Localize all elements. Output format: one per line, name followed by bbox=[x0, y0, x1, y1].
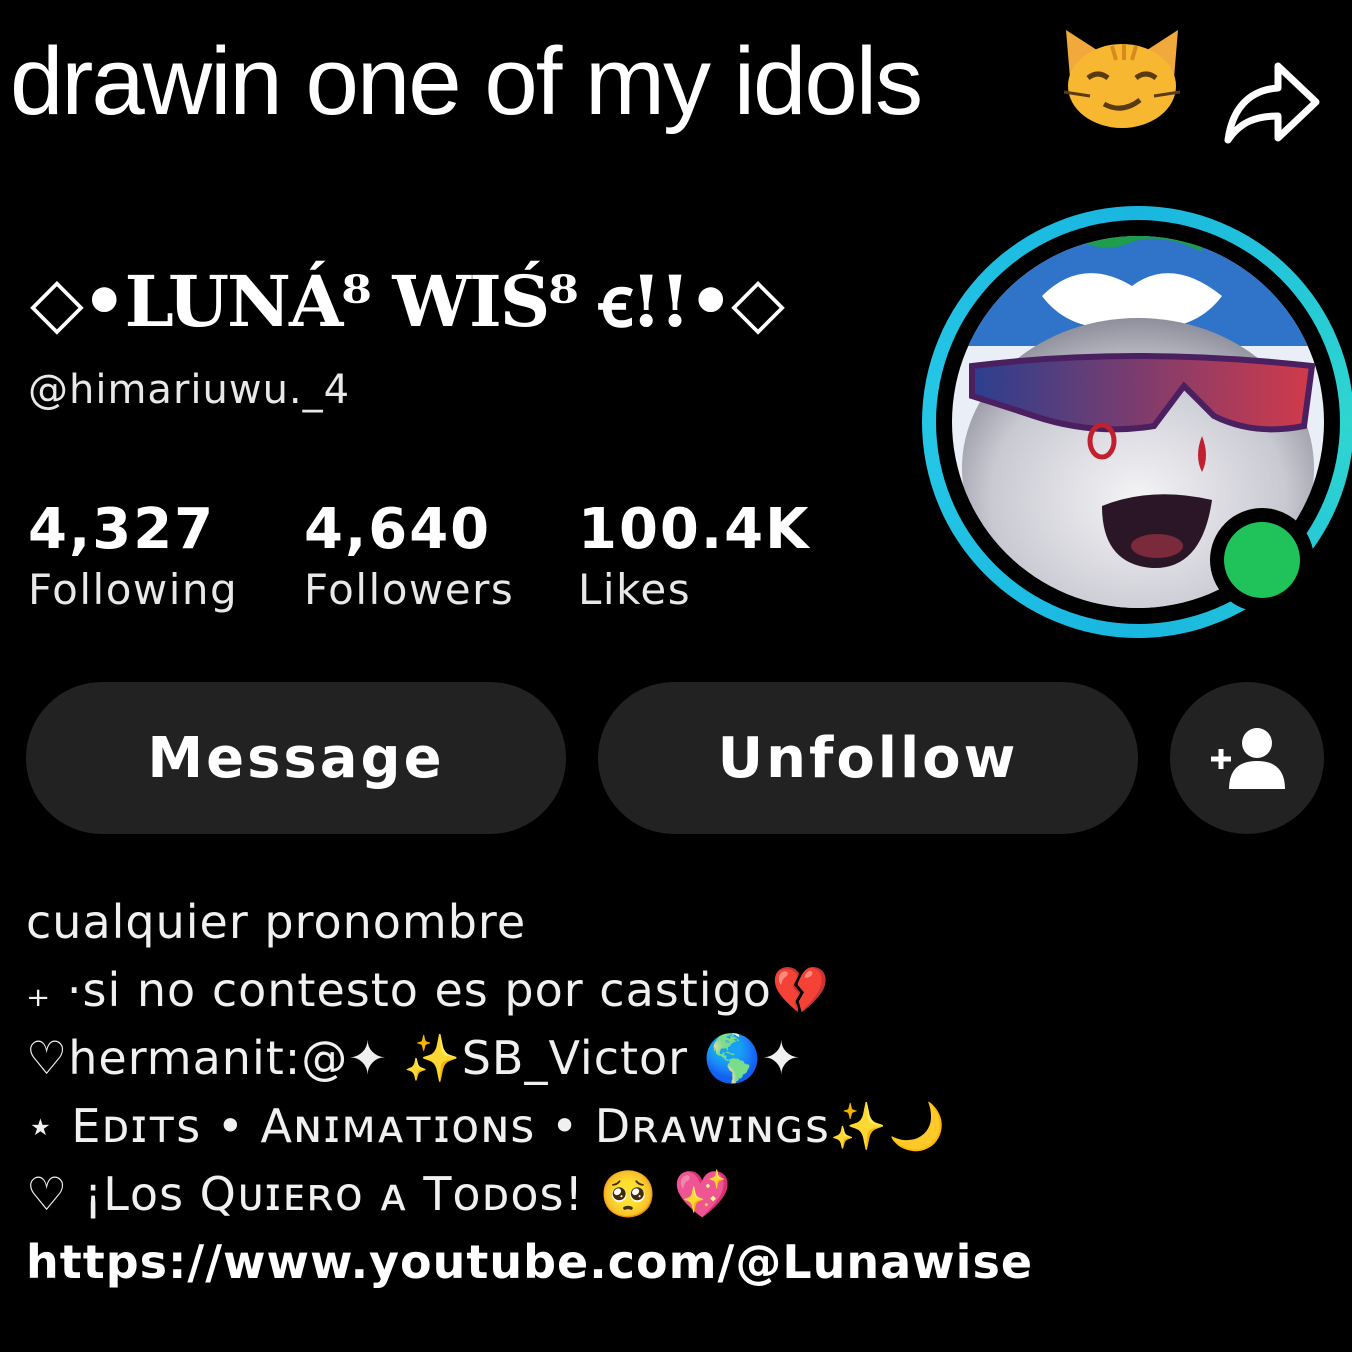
profile-display-name: ◇•LUNÁ⁸ WIŚ⁸ ꞓ!!•◇ bbox=[30, 260, 785, 343]
bio-link[interactable]: https://www.youtube.com/@Lunawise bbox=[26, 1228, 1326, 1296]
unfollow-button[interactable]: Unfollow bbox=[598, 682, 1138, 834]
bio-line: ♡ ¡Lᴏs Qᴜɪᴇʀᴏ ᴀ Tᴏᴅᴏs! 🥺 💖 bbox=[26, 1167, 732, 1221]
add-friend-button[interactable] bbox=[1170, 682, 1324, 834]
stat-likes[interactable]: 100.4K Likes bbox=[578, 498, 811, 618]
stat-followers[interactable]: 4,640 Followers bbox=[304, 498, 514, 618]
bio-line: cualquier pronombre bbox=[26, 895, 527, 949]
bio-line: ₊ ·si no contesto es por castigo💔 bbox=[26, 963, 831, 1017]
stat-label: Followers bbox=[304, 565, 515, 614]
video-caption: drawin one of my idols bbox=[10, 28, 923, 135]
stat-value: 4,327 bbox=[28, 497, 216, 562]
add-user-icon bbox=[1211, 728, 1285, 789]
online-status-indicator bbox=[1210, 508, 1314, 612]
stat-value: 4,640 bbox=[304, 497, 492, 562]
stat-label: Following bbox=[28, 565, 239, 614]
message-button[interactable]: Message bbox=[26, 682, 566, 834]
stat-following[interactable]: 4,327 Following bbox=[28, 498, 238, 618]
stat-value: 100.4K bbox=[578, 497, 811, 562]
profile-bio: cualquier pronombre ₊ ·si no contesto es… bbox=[26, 888, 1326, 1296]
bio-line: ♡hermanit:@✦ ✨SB_Victor 🌎✦ bbox=[26, 1031, 802, 1085]
share-icon[interactable] bbox=[1222, 58, 1322, 148]
smirking-cat-icon bbox=[1063, 30, 1181, 128]
profile-username: @himariuwu._4 bbox=[28, 367, 351, 413]
stat-label: Likes bbox=[578, 565, 692, 614]
bio-line: ⋆ Eᴅɪᴛs • Aɴɪᴍᴀᴛɪᴏɴs • Dʀᴀᴡɪɴɢs✨🌙 bbox=[26, 1099, 947, 1153]
